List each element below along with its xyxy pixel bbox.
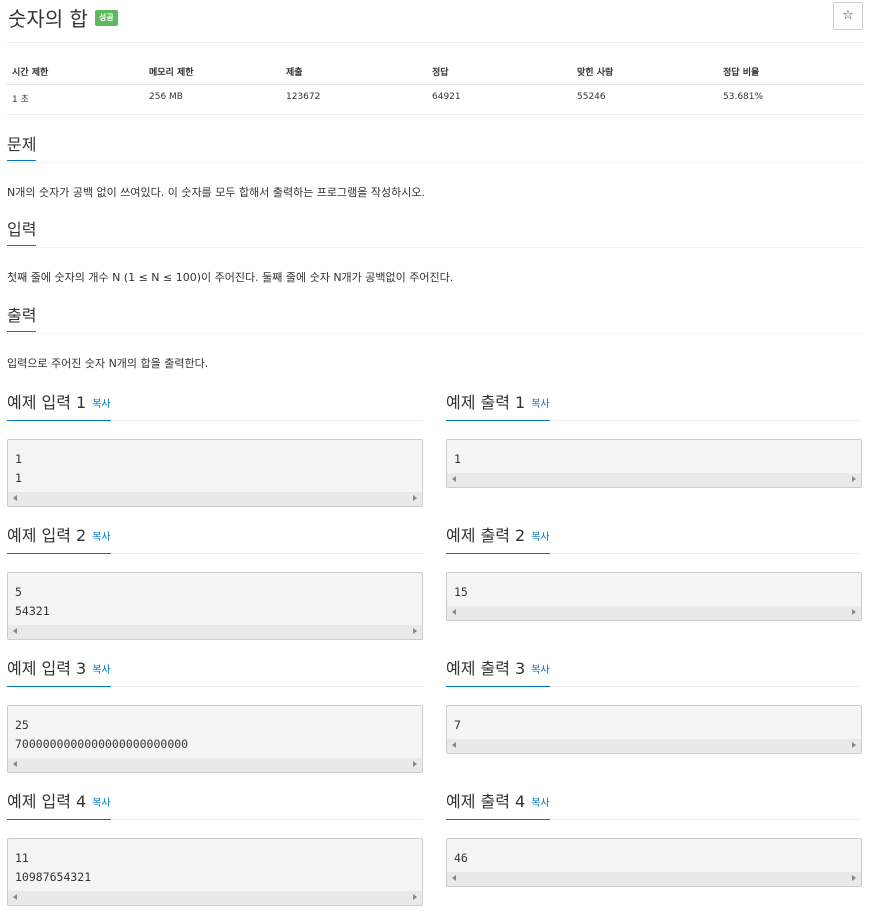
scroll-right-icon[interactable]	[413, 495, 417, 501]
scroll-left-icon[interactable]	[452, 609, 456, 615]
section-title-input: 입력	[7, 220, 37, 246]
scroll-left-icon[interactable]	[452, 742, 456, 748]
sample-output-text: 7	[454, 718, 461, 732]
horizontal-scrollbar[interactable]	[447, 606, 861, 620]
sample-output-3: 예제 출력 3 복사 7	[446, 659, 862, 754]
sample-input-title: 예제 입력 2 복사	[7, 526, 111, 554]
scroll-left-icon[interactable]	[13, 628, 17, 634]
title-row: 숫자의 합 성공 ☆	[7, 0, 863, 43]
sample-output-text: 46	[454, 851, 468, 865]
horizontal-scrollbar[interactable]	[8, 625, 422, 639]
stat-value-accepted: 64921	[432, 92, 461, 102]
scroll-right-icon[interactable]	[852, 875, 856, 881]
sample-input-title: 예제 입력 3 복사	[7, 659, 111, 687]
stat-header-accepted: 정답	[432, 68, 449, 78]
stat-header-time: 시간 제한	[12, 68, 49, 78]
section-header: 입력	[7, 220, 863, 248]
status-badge: 성공	[95, 10, 118, 26]
sample-input-title: 예제 입력 4 복사	[7, 792, 111, 820]
scroll-right-icon[interactable]	[852, 609, 856, 615]
star-icon: ☆	[842, 8, 854, 23]
problem-page: 숫자의 합 성공 ☆ 1 초 256 MB 123672 64921 55246…	[7, 0, 863, 906]
stats-table: 1 초 256 MB 123672 64921 55246 53.681% 시간…	[7, 58, 863, 115]
problem-title: 숫자의 합	[8, 7, 88, 31]
sample-input-text: 11 10987654321	[15, 851, 92, 884]
sample-input-box[interactable]: 1 1	[7, 439, 423, 507]
scroll-left-icon[interactable]	[13, 894, 17, 900]
stat-value-submissions: 123672	[286, 92, 321, 102]
sample-input-text: 5 54321	[15, 585, 50, 618]
horizontal-scrollbar[interactable]	[8, 758, 422, 772]
copy-link[interactable]: 복사	[92, 532, 110, 543]
scroll-right-icon[interactable]	[852, 476, 856, 482]
horizontal-scrollbar[interactable]	[447, 872, 861, 886]
input-section: 입력 첫째 줄에 숫자의 개수 N (1 ≤ N ≤ 100)이 주어진다. 둘…	[7, 220, 863, 284]
sample-output-title: 예제 출력 4 복사	[446, 792, 550, 820]
sample-output-4: 예제 출력 4 복사 46	[446, 792, 862, 887]
scroll-left-icon[interactable]	[13, 495, 17, 501]
sample-output-box[interactable]: 46	[446, 838, 862, 887]
copy-link[interactable]: 복사	[531, 399, 549, 410]
stat-value-ratio: 53.681%	[723, 92, 764, 102]
sample-input-1: 예제 입력 1 복사 1 1	[7, 393, 423, 507]
sample-input-2: 예제 입력 2 복사 5 54321	[7, 526, 423, 640]
sample-output-box[interactable]: 1	[446, 439, 862, 488]
stat-value-solvers: 55246	[577, 92, 606, 102]
scroll-right-icon[interactable]	[413, 894, 417, 900]
copy-link[interactable]: 복사	[92, 399, 110, 410]
input-description: 첫째 줄에 숫자의 개수 N (1 ≤ N ≤ 100)이 주어진다. 둘째 줄…	[7, 271, 454, 284]
problem-description: N개의 숫자가 공백 없이 쓰여있다. 이 숫자를 모두 합해서 출력하는 프로…	[7, 186, 426, 199]
section-header: 문제	[7, 135, 863, 163]
stat-value-time: 1 초	[12, 95, 29, 105]
sample-output-title: 예제 출력 3 복사	[446, 659, 550, 687]
horizontal-scrollbar[interactable]	[447, 739, 861, 753]
sample-output-title: 예제 출력 2 복사	[446, 526, 550, 554]
stat-header-submissions: 제출	[286, 68, 303, 78]
problem-section: 문제 N개의 숫자가 공백 없이 쓰여있다. 이 숫자를 모두 합해서 출력하는…	[7, 135, 863, 199]
scroll-right-icon[interactable]	[413, 761, 417, 767]
sample-input-title: 예제 입력 1 복사	[7, 393, 111, 421]
horizontal-scrollbar[interactable]	[8, 891, 422, 905]
scroll-right-icon[interactable]	[852, 742, 856, 748]
output-description: 입력으로 주어진 숫자 N개의 합을 출력한다.	[7, 357, 209, 370]
sample-input-text: 1 1	[15, 452, 22, 485]
copy-link[interactable]: 복사	[531, 798, 549, 809]
stats-header-row: 시간 제한 메모리 제한 제출 정답 맞힌 사람 정답 비율	[7, 58, 863, 85]
favorite-star-button[interactable]: ☆	[833, 2, 863, 30]
sample-input-box[interactable]: 11 10987654321	[7, 838, 423, 906]
sample-input-4: 예제 입력 4 복사 11 10987654321	[7, 792, 423, 906]
scroll-left-icon[interactable]	[452, 476, 456, 482]
horizontal-scrollbar[interactable]	[8, 492, 422, 506]
scroll-left-icon[interactable]	[452, 875, 456, 881]
stat-value-memory: 256 MB	[149, 92, 183, 102]
copy-link[interactable]: 복사	[92, 665, 110, 676]
sample-output-box[interactable]: 15	[446, 572, 862, 621]
section-title-output: 출력	[7, 306, 37, 332]
sample-output-text: 15	[454, 585, 468, 599]
horizontal-scrollbar[interactable]	[447, 473, 861, 487]
sample-output-1: 예제 출력 1 복사 1	[446, 393, 862, 488]
stat-header-solvers: 맞힌 사람	[577, 68, 614, 78]
stat-header-memory: 메모리 제한	[149, 68, 194, 78]
output-section: 출력 입력으로 주어진 숫자 N개의 합을 출력한다.	[7, 306, 863, 370]
section-title-problem: 문제	[7, 135, 37, 161]
stat-header-ratio: 정답 비율	[723, 68, 760, 78]
sample-output-2: 예제 출력 2 복사 15	[446, 526, 862, 621]
sample-output-text: 1	[454, 452, 461, 466]
sample-input-box[interactable]: 5 54321	[7, 572, 423, 640]
scroll-right-icon[interactable]	[413, 628, 417, 634]
copy-link[interactable]: 복사	[531, 665, 549, 676]
scroll-left-icon[interactable]	[13, 761, 17, 767]
section-header: 출력	[7, 306, 863, 334]
sample-output-box[interactable]: 7	[446, 705, 862, 754]
sample-output-title: 예제 출력 1 복사	[446, 393, 550, 421]
sample-input-box[interactable]: 25 7000000000000000000000000	[7, 705, 423, 773]
copy-link[interactable]: 복사	[92, 798, 110, 809]
sample-input-3: 예제 입력 3 복사 25 7000000000000000000000000	[7, 659, 423, 773]
sample-input-text: 25 7000000000000000000000000	[15, 718, 189, 751]
copy-link[interactable]: 복사	[531, 532, 549, 543]
